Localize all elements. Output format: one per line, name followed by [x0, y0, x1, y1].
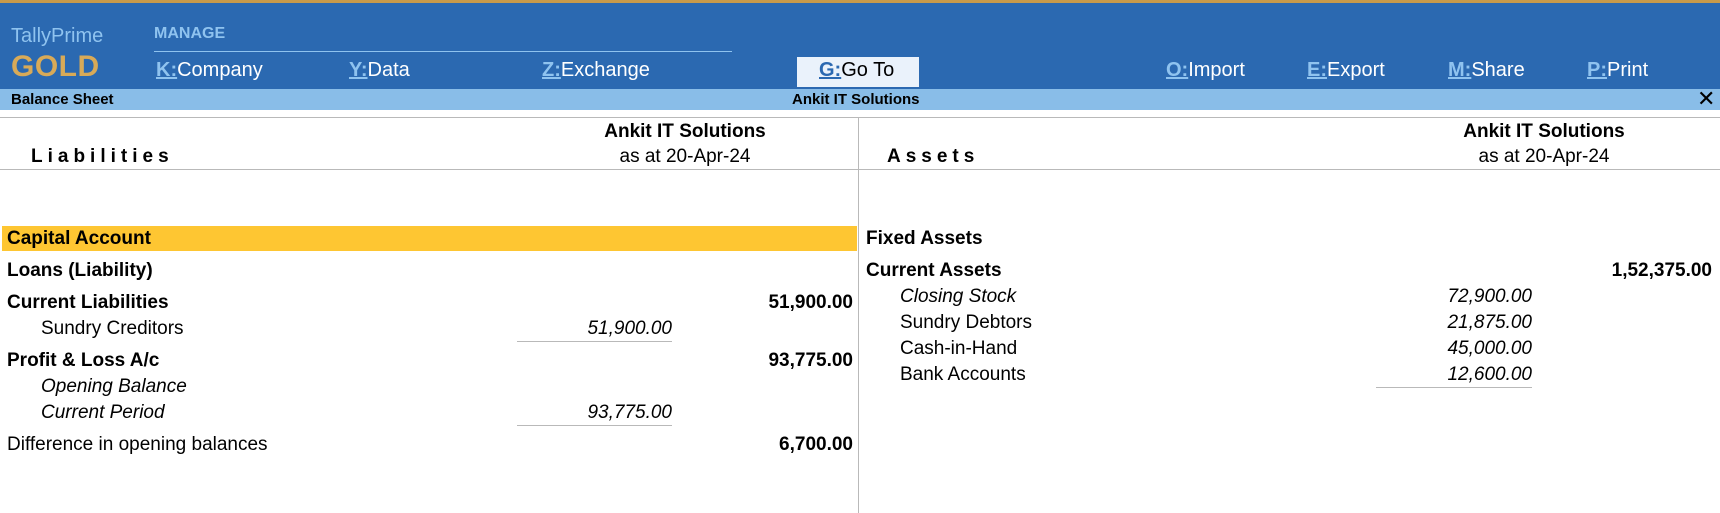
top-menu-bar: TallyPrime GOLD MANAGE K:Company Y:Data … — [0, 0, 1720, 89]
asset-row-sundry-debtors[interactable]: Sundry Debtors — [900, 312, 1032, 334]
sundry-creditors-amount: 51,900.00 — [587, 318, 672, 339]
difference-opening-amount: 6,700.00 — [779, 434, 853, 455]
assets-title: Assets — [887, 146, 980, 167]
asset-row-closing-stock[interactable]: Closing Stock — [900, 286, 1016, 308]
current-liabilities-amount: 51,900.00 — [768, 292, 853, 313]
liability-row-current-period[interactable]: Current Period — [41, 402, 165, 424]
liability-row-capital-account[interactable]: Capital Account — [7, 228, 151, 250]
share-shortcut-key: M: — [1448, 59, 1472, 81]
report-name: Balance Sheet — [11, 91, 114, 108]
exchange-menu-label: Exchange — [560, 59, 650, 81]
export-shortcut-key: E: — [1307, 59, 1327, 81]
current-period-amount: 93,775.00 — [587, 402, 672, 423]
asset-row-fixed-assets[interactable]: Fixed Assets — [866, 228, 983, 250]
bank-accounts-underline — [1376, 387, 1532, 388]
export-menu-button[interactable]: E:Export — [1307, 59, 1385, 82]
current-assets-amount: 1,52,375.00 — [1611, 260, 1712, 281]
header-top-divider — [0, 117, 1720, 118]
company-shortcut-key: K: — [156, 59, 178, 81]
app-edition: GOLD — [11, 50, 100, 83]
liability-row-sundry-creditors[interactable]: Sundry Creditors — [41, 318, 184, 340]
header-bottom-divider — [0, 169, 1720, 170]
share-menu-button[interactable]: M:Share — [1448, 59, 1525, 82]
manage-divider — [154, 51, 732, 52]
goto-shortcut-key: G: — [819, 59, 842, 81]
import-menu-button[interactable]: O:Import — [1166, 59, 1245, 82]
liabilities-company-name: Ankit IT Solutions — [604, 121, 766, 142]
profit-loss-amount: 93,775.00 — [768, 350, 853, 371]
share-menu-label: Share — [1471, 59, 1525, 81]
export-menu-label: Export — [1327, 59, 1385, 81]
liabilities-date: as at 20-Apr-24 — [619, 146, 751, 167]
liabilities-title: Liabilities — [31, 146, 174, 167]
bank-accounts-amount: 12,600.00 — [1447, 364, 1532, 385]
column-divider — [858, 117, 859, 513]
liability-row-profit-loss[interactable]: Profit & Loss A/c — [7, 350, 159, 372]
print-shortcut-key: P: — [1587, 59, 1607, 81]
company-menu-label: Company — [177, 59, 263, 81]
asset-row-current-assets[interactable]: Current Assets — [866, 260, 1002, 282]
liability-row-difference-opening[interactable]: Difference in opening balances — [7, 434, 268, 456]
asset-row-bank-accounts[interactable]: Bank Accounts — [900, 364, 1026, 386]
data-shortcut-key: Y: — [349, 59, 368, 81]
assets-date: as at 20-Apr-24 — [1478, 146, 1610, 167]
liability-row-loans[interactable]: Loans (Liability) — [7, 260, 153, 282]
sundry-creditors-underline — [517, 341, 672, 342]
report-title-bar: Balance Sheet Ankit IT Solutions ✕ — [0, 88, 1720, 110]
data-menu-label: Data — [367, 59, 410, 81]
sundry-debtors-amount: 21,875.00 — [1447, 312, 1532, 333]
company-name: Ankit IT Solutions — [792, 91, 920, 108]
closing-stock-amount: 72,900.00 — [1447, 286, 1532, 307]
close-icon[interactable]: ✕ — [1697, 88, 1715, 110]
cash-in-hand-amount: 45,000.00 — [1447, 338, 1532, 359]
asset-row-cash-in-hand[interactable]: Cash-in-Hand — [900, 338, 1017, 360]
goto-button[interactable]: G:Go To — [797, 57, 919, 87]
exchange-shortcut-key: Z: — [542, 59, 561, 81]
goto-label: Go To — [841, 59, 895, 81]
exchange-menu-button[interactable]: Z:Exchange — [542, 59, 650, 82]
import-menu-label: Import — [1188, 59, 1245, 81]
print-menu-label: Print — [1607, 59, 1649, 81]
data-menu-button[interactable]: Y:Data — [349, 59, 410, 82]
current-period-underline — [517, 425, 672, 426]
company-menu-button[interactable]: K:Company — [156, 59, 263, 82]
print-menu-button[interactable]: P:Print — [1587, 59, 1648, 82]
app-name: TallyPrime — [11, 25, 104, 47]
assets-company-name: Ankit IT Solutions — [1463, 121, 1625, 142]
import-shortcut-key: O: — [1166, 59, 1189, 81]
liability-row-opening-balance[interactable]: Opening Balance — [41, 376, 187, 398]
liability-row-current-liabilities[interactable]: Current Liabilities — [7, 292, 169, 314]
manage-section-label: MANAGE — [154, 25, 226, 42]
